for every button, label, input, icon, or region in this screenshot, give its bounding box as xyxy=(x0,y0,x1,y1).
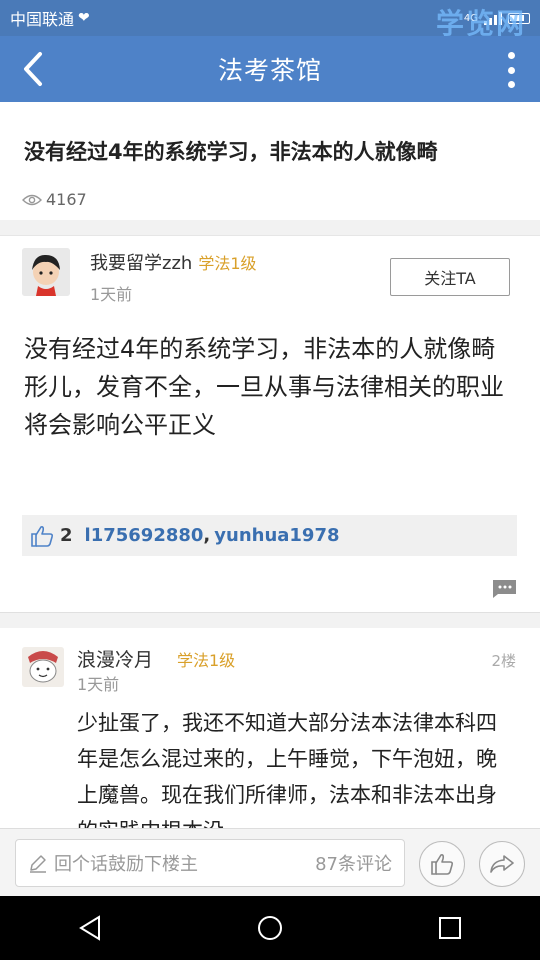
floor-number: 2楼 xyxy=(491,652,516,670)
liker-username[interactable]: yunhua1978 xyxy=(214,525,339,546)
post-time: 1天前 xyxy=(90,285,133,304)
likes-bar: 2 l175692880 , yunhua1978 xyxy=(22,515,517,556)
divider xyxy=(0,220,540,236)
eye-icon xyxy=(22,194,42,205)
view-count: 4167 xyxy=(22,190,87,209)
comment-bubble-icon xyxy=(493,580,516,598)
liker-separator: , xyxy=(203,525,211,546)
reply-input-placeholder: 回个话鼓励下楼主 xyxy=(54,854,198,875)
back-arrow-icon xyxy=(24,52,42,86)
reply-time: 1天前 xyxy=(77,675,120,694)
bottom-bar: 回个话鼓励下楼主 87条评论 xyxy=(0,828,540,896)
view-count-value: 4167 xyxy=(46,190,87,209)
liker-username[interactable]: l175692880 xyxy=(85,525,204,546)
circle-home-icon xyxy=(258,916,282,940)
nav-recents-button[interactable] xyxy=(420,898,480,958)
like-count: 2 xyxy=(60,525,73,546)
thumbs-up-icon xyxy=(431,854,454,875)
app-header: 法考茶馆 xyxy=(0,36,540,102)
more-dot-icon xyxy=(507,81,515,88)
topic-title: 没有经过4年的系统学习，非法本的人就像畸 xyxy=(24,140,438,164)
post-author-name[interactable]: 我要留学zzh xyxy=(90,253,192,274)
divider xyxy=(0,612,540,628)
post-content: 没有经过4年的系统学习，非法本的人就像畸形儿，发育不全，一旦从事与法律相关的职业… xyxy=(24,335,504,439)
triangle-back-icon xyxy=(79,915,100,941)
more-menu-button[interactable] xyxy=(504,52,518,88)
system-nav-bar xyxy=(0,896,540,960)
status-bar: 中国联通 ❤ 4G 学览网 xyxy=(0,0,540,40)
follow-button[interactable]: 关注TA xyxy=(390,258,510,296)
avatar-image xyxy=(22,647,64,687)
reply-author-name[interactable]: 浪漫冷月 xyxy=(77,645,153,672)
heart-icon: ❤ xyxy=(78,10,90,26)
carrier-label: 中国联通 xyxy=(10,10,75,29)
author-avatar[interactable] xyxy=(22,248,70,296)
comment-count[interactable]: 87条评论 xyxy=(315,850,392,876)
reply-avatar[interactable] xyxy=(22,647,64,687)
page-title: 法考茶馆 xyxy=(217,56,322,85)
nav-back-button[interactable] xyxy=(60,898,120,958)
more-dot-icon xyxy=(507,66,515,74)
share-button[interactable] xyxy=(479,841,525,887)
back-button[interactable] xyxy=(18,50,54,88)
reply-input[interactable]: 回个话鼓励下楼主 87条评论 xyxy=(15,839,405,887)
share-arrow-icon xyxy=(490,855,514,873)
avatar-image xyxy=(22,248,70,296)
square-recents-icon xyxy=(439,917,461,939)
reply-comment-button[interactable] xyxy=(490,578,518,600)
like-button[interactable] xyxy=(419,841,465,887)
pencil-icon xyxy=(30,855,46,873)
nav-home-button[interactable] xyxy=(240,898,300,958)
more-dot-icon xyxy=(507,52,515,59)
screen: 中国联通 ❤ 4G 学览网 法考茶馆 没有经过4年的系统学习，非法本的人就像畸 xyxy=(0,0,540,960)
post-author: 我要留学zzh 学法1级 xyxy=(90,249,257,275)
reply-author-level: 学法1级 xyxy=(177,651,236,670)
thumbs-up-icon[interactable] xyxy=(30,525,54,547)
post-author-level: 学法1级 xyxy=(198,254,257,273)
